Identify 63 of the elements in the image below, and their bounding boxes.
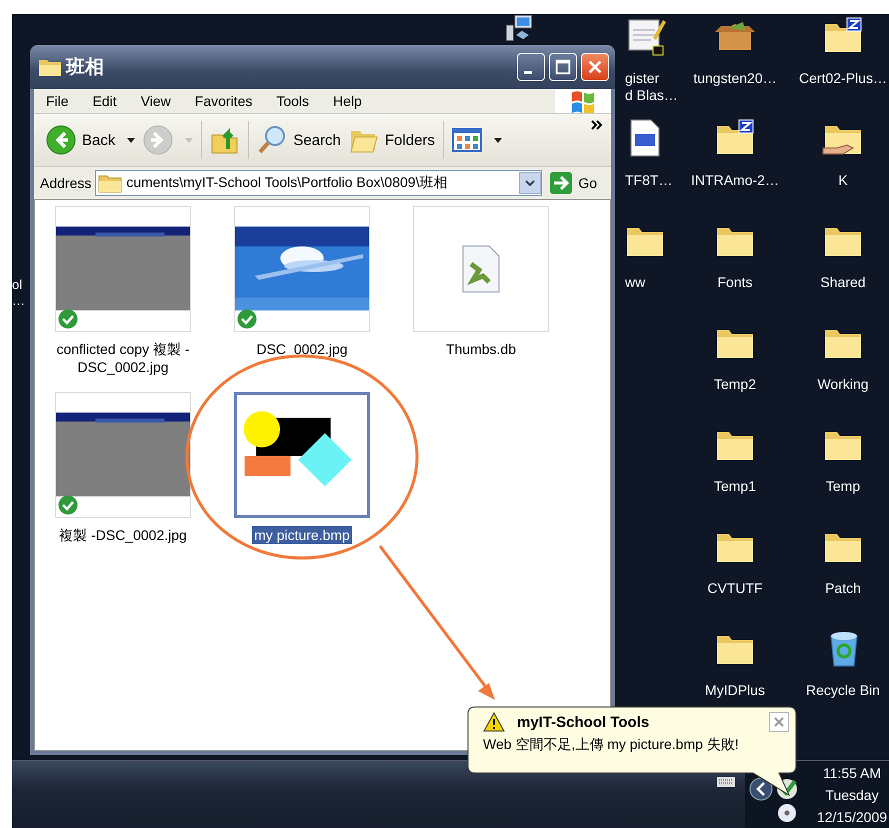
file-name[interactable]: conflicted copy 複製 -DSC_0002.jpg — [48, 340, 198, 376]
balloon-title: myIT-School Tools — [517, 714, 650, 730]
folder-icon — [98, 173, 122, 193]
icon-label: MyIDPlus — [705, 682, 765, 699]
folder-icon — [38, 57, 62, 77]
menu-item[interactable]: Favorites — [194, 93, 252, 109]
icon-label: Fonts — [717, 274, 752, 291]
file-name[interactable]: 複製 -DSC_0002.jpg — [48, 526, 198, 544]
back-button[interactable]: Back — [42, 123, 140, 157]
menu-item[interactable]: Edit — [92, 93, 117, 109]
warning-icon — [483, 712, 505, 732]
file-name[interactable]: my picture.bmp — [252, 526, 352, 544]
icon-label: Shared — [820, 274, 866, 291]
clock-time: 11:55 AM — [822, 764, 882, 782]
caret-icon — [525, 180, 536, 186]
maximize-button[interactable] — [549, 53, 577, 81]
file-name[interactable]: DSC_0002.jpg — [227, 340, 377, 358]
icon-label: Cert02-Plus… — [799, 70, 887, 87]
logo-icon — [555, 89, 611, 113]
caret-icon — [185, 138, 194, 142]
icon-label: Working — [817, 376, 869, 393]
close-icon — [586, 58, 604, 76]
icon-label: K — [838, 172, 848, 189]
close-icon — [774, 717, 784, 727]
search-button[interactable]: Search — [253, 123, 345, 157]
minimize-button[interactable] — [517, 53, 545, 81]
document-icon — [461, 244, 501, 294]
icon-label: ol … — [12, 277, 25, 309]
close-button[interactable] — [769, 712, 789, 732]
menu-item[interactable]: Help — [333, 93, 362, 109]
views-icon — [452, 127, 482, 153]
icon-label: INTRAmo-2… — [691, 172, 779, 189]
menu-item[interactable]: View — [140, 93, 171, 109]
keyboard-icon[interactable] — [717, 777, 735, 787]
window-title: 班相 — [66, 56, 104, 80]
icon-label: Temp1 — [714, 478, 756, 495]
icon-label: tungsten20… — [693, 70, 777, 87]
folders-button[interactable]: Folders — [344, 123, 439, 157]
icon-label: Temp — [826, 478, 860, 495]
balloon-message: Web 空間不足,上傳 my picture.bmp 失敗! — [483, 736, 739, 754]
maximize-icon — [554, 58, 572, 76]
dropdown-button[interactable] — [519, 172, 542, 194]
icon-label: CVTUTF — [707, 580, 763, 597]
icon-label: ww — [625, 274, 646, 291]
clock-day: Tuesday — [825, 784, 879, 806]
icon-label: gister d Blas… — [625, 70, 678, 104]
file-name[interactable]: Thumbs.db — [406, 340, 556, 358]
menu-item[interactable]: Tools — [276, 93, 310, 109]
minimize-icon — [524, 70, 532, 74]
search-icon — [257, 125, 288, 155]
icon-label: Temp2 — [714, 376, 756, 393]
menu-item[interactable]: File — [46, 93, 69, 109]
icon-label: Patch — [825, 580, 861, 597]
clock-date: 12/15/2009 — [816, 808, 888, 826]
caret-icon — [494, 138, 502, 142]
go-button[interactable]: Go — [546, 172, 607, 194]
icon-label: TF8T… — [625, 172, 672, 189]
disc-icon[interactable] — [778, 804, 796, 822]
address-label: Address — [40, 175, 92, 191]
more-chevron-icon[interactable] — [591, 120, 603, 130]
icon-label: Recycle Bin — [806, 682, 880, 699]
caret-icon — [127, 138, 136, 142]
address-field[interactable]: cuments\myIT-School Tools\Portfolio Box\0809\班相 — [95, 170, 542, 196]
